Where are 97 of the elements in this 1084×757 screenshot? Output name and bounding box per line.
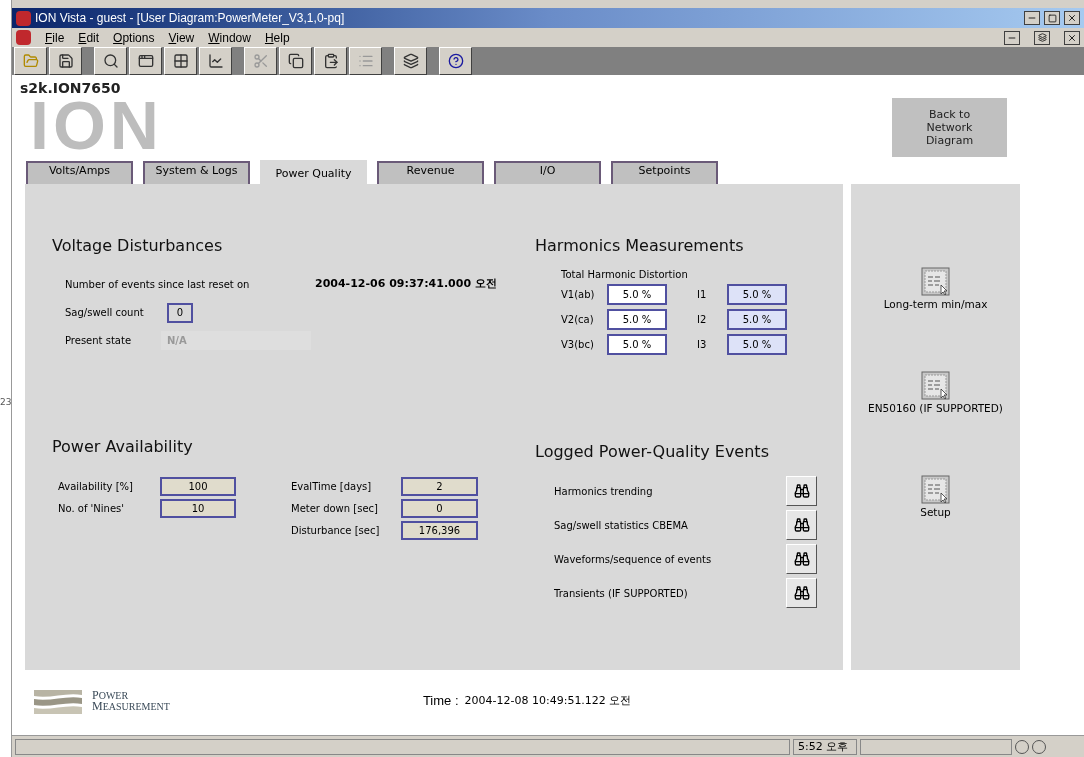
time-value: 2004-12-08 10:49:51.122 오전 [464,692,632,709]
reset-label: Number of events since last reset on [65,277,251,292]
save-icon[interactable] [49,47,82,75]
binoculars-button[interactable] [786,578,817,608]
brand-text: POWER [92,690,130,701]
open-folder-icon[interactable] [14,47,47,75]
value-field: 5.0 % [607,309,667,330]
restore-icon [1037,33,1047,42]
field-label: Disturbance [sec] [291,523,381,538]
sag-count-field: 0 [167,302,193,323]
value-field: 5.0 % [607,284,667,305]
cut-icon[interactable] [244,47,277,75]
back-button[interactable]: Back to Network Diagram [892,98,1007,157]
menu-item[interactable]: Help [264,28,290,47]
binoculars-button[interactable] [786,476,817,506]
phase-label: V1(ab) [561,288,596,302]
event-label: Harmonics trending [554,484,653,499]
menu-item[interactable]: Edit [78,28,100,47]
minimize-button[interactable] [1004,30,1020,45]
value-field: 5.0 % [607,334,667,355]
status-clock: 5:52 오후 [793,738,857,755]
document-icon [16,30,31,45]
help-icon[interactable] [439,47,472,75]
value-field: 100 [160,476,236,496]
sag-label: Sag/swell count [65,306,145,320]
search-icon[interactable] [94,47,127,75]
window-title: ION Vista - guest - [User Diagram:PowerMeter_V3,1,0-pq] [35,10,345,27]
phase-label: V2(ca) [561,313,595,327]
binoculars-icon [793,551,810,567]
time-label: Time : [422,692,459,711]
paste-icon[interactable] [314,47,347,75]
tab[interactable]: Revenue [377,161,484,184]
list-icon[interactable] [349,47,382,75]
event-label: Sag/swell statistics CBEMA [554,518,688,533]
maximize-button[interactable] [1044,11,1060,25]
value-field: 176,396 [401,520,478,540]
menu-item[interactable]: File [45,28,65,47]
phase-label: I2 [697,313,708,327]
tab[interactable]: I/O [494,161,601,184]
binoculars-icon [793,483,810,499]
tab[interactable]: Power Quality [260,160,367,184]
value-field: 0 [401,498,478,518]
list-chart-icon[interactable] [920,474,951,505]
value-field: 5.0 % [727,309,787,330]
close-icon [1067,13,1077,23]
restore-button[interactable] [1034,30,1050,45]
field-label: Availability [%] [58,479,134,494]
close-icon [1067,32,1077,43]
state-label: Present state [65,333,133,348]
field-label: No. of 'Nines' [58,501,126,516]
value-field: 10 [160,498,236,518]
grid-icon[interactable] [164,47,197,75]
tab[interactable]: System & Logs [143,161,250,184]
tab[interactable]: Volts/Amps [26,161,133,184]
phase-label: V3(bc) [561,338,595,352]
section-title: Voltage Disturbances [52,235,224,257]
brand-text: MEASUREMENT [92,701,170,712]
side-link[interactable]: Long-term min/max [883,297,988,313]
state-field: N/A [161,330,311,350]
close-button[interactable] [1064,11,1080,25]
value-field: 5.0 % [727,334,787,355]
section-title: Power Availability [52,435,194,458]
side-link[interactable]: Setup [920,504,951,521]
windows-icon[interactable] [394,47,427,75]
background-text: 23 [0,398,11,407]
binoculars-icon [793,517,810,533]
binoculars-button[interactable] [786,510,817,540]
binoculars-icon [793,585,810,601]
side-link[interactable]: EN50160 (IF SUPPORTED) [868,400,1003,417]
phase-label: I1 [697,288,708,302]
window-icon[interactable] [129,47,162,75]
app-icon [16,10,31,26]
menu-item[interactable]: Options [113,28,155,47]
event-label: Transients (IF SUPPORTED) [554,586,688,601]
maximize-icon [1047,13,1057,23]
tab[interactable]: Setpoints [611,161,718,184]
event-label: Waveforms/sequence of events [554,552,712,567]
binoculars-button[interactable] [786,544,817,574]
copy-icon[interactable] [279,47,312,75]
value-field: 2 [401,476,478,496]
menu-item[interactable]: Window [208,28,251,47]
reset-time: 2004-12-06 09:37:41.000 오전 [315,276,497,292]
device-name: s2k.ION7650 [20,81,122,95]
list-chart-icon[interactable] [920,267,951,297]
section-title: Logged Power-Quality Events [535,441,770,463]
minimize-button[interactable] [1024,11,1040,25]
section-title: Harmonics Measurements [535,235,745,257]
chart-icon[interactable] [199,47,232,75]
value-field: 5.0 % [727,284,787,305]
list-chart-icon[interactable] [920,370,951,401]
field-label: Meter down [sec] [291,501,379,516]
menu-item[interactable]: View [168,28,195,47]
subtitle: Total Harmonic Distortion [561,268,689,282]
logo: ION [30,95,164,157]
field-label: EvalTime [days] [291,479,373,494]
phase-label: I3 [697,338,708,352]
close-button[interactable] [1064,30,1080,45]
